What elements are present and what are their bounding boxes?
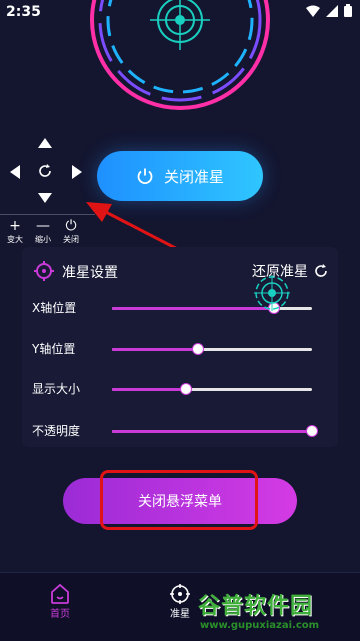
status-icons <box>306 4 352 17</box>
enlarge-button[interactable]: + 变大 <box>4 218 26 245</box>
nav-label: 首页 <box>50 609 70 620</box>
slider-thumb[interactable] <box>180 383 192 395</box>
slider-thumb[interactable] <box>192 343 204 355</box>
battery-icon <box>344 4 352 17</box>
refresh-icon[interactable] <box>38 164 52 178</box>
arrow-down-icon[interactable] <box>38 193 52 203</box>
watermark-text: 谷普软件园 <box>198 594 314 619</box>
slider-label: 显示大小 <box>32 382 81 396</box>
slider-track[interactable] <box>112 343 312 355</box>
slider-track[interactable] <box>112 383 312 395</box>
panel-title: 准星设置 <box>62 265 118 281</box>
power-icon <box>137 168 153 185</box>
floating-crosshair-icon[interactable] <box>252 273 292 313</box>
watermark-logo: 谷普软件园 www.gupuxiazai.com <box>194 588 360 640</box>
nav-item-home[interactable]: 首页 <box>30 583 90 620</box>
annotation-highlight <box>100 470 258 530</box>
power-icon: ⏻ <box>65 218 77 234</box>
close-button[interactable]: ⏻ 关闭 <box>60 218 82 245</box>
slider-display-size[interactable]: 显示大小 <box>32 380 332 400</box>
refresh-icon <box>315 264 327 277</box>
arrow-up-icon[interactable] <box>38 138 52 148</box>
slider-track[interactable] <box>112 425 318 437</box>
enlarge-label: 变大 <box>7 235 23 244</box>
status-time: 2:35 <box>6 4 41 20</box>
home-icon <box>51 583 69 604</box>
slider-fill <box>112 307 274 310</box>
slider-fill <box>112 430 312 433</box>
slider-fill <box>112 388 186 391</box>
close-crosshair-label: 关闭准星 <box>163 167 224 186</box>
nav-label: 准星 <box>170 609 190 620</box>
shrink-button[interactable]: — 缩小 <box>32 218 54 245</box>
slider-opacity[interactable]: 不透明度 <box>32 422 332 442</box>
watermark-url: www.gupuxiazai.com <box>200 620 320 631</box>
slider-label: X轴位置 <box>32 301 77 315</box>
target-icon <box>34 261 54 281</box>
arrow-left-icon[interactable] <box>10 165 20 179</box>
slider-fill <box>112 348 198 351</box>
mini-toolbar: + 变大 — 缩小 ⏻ 关闭 <box>4 218 82 245</box>
plus-icon: + <box>9 218 21 234</box>
arrow-right-icon[interactable] <box>72 165 82 179</box>
slider-y-position[interactable]: Y轴位置 <box>32 340 332 360</box>
slider-thumb[interactable] <box>306 425 318 437</box>
crosshair-preview-icon <box>90 0 270 110</box>
minus-icon: — <box>36 218 50 234</box>
slider-label: 不透明度 <box>32 424 81 438</box>
wifi-icon <box>306 5 320 17</box>
shrink-label: 缩小 <box>35 235 51 244</box>
signal-icon <box>326 4 338 17</box>
close-label: 关闭 <box>63 235 79 244</box>
crosshair-icon <box>170 584 190 604</box>
slider-label: Y轴位置 <box>32 342 76 356</box>
